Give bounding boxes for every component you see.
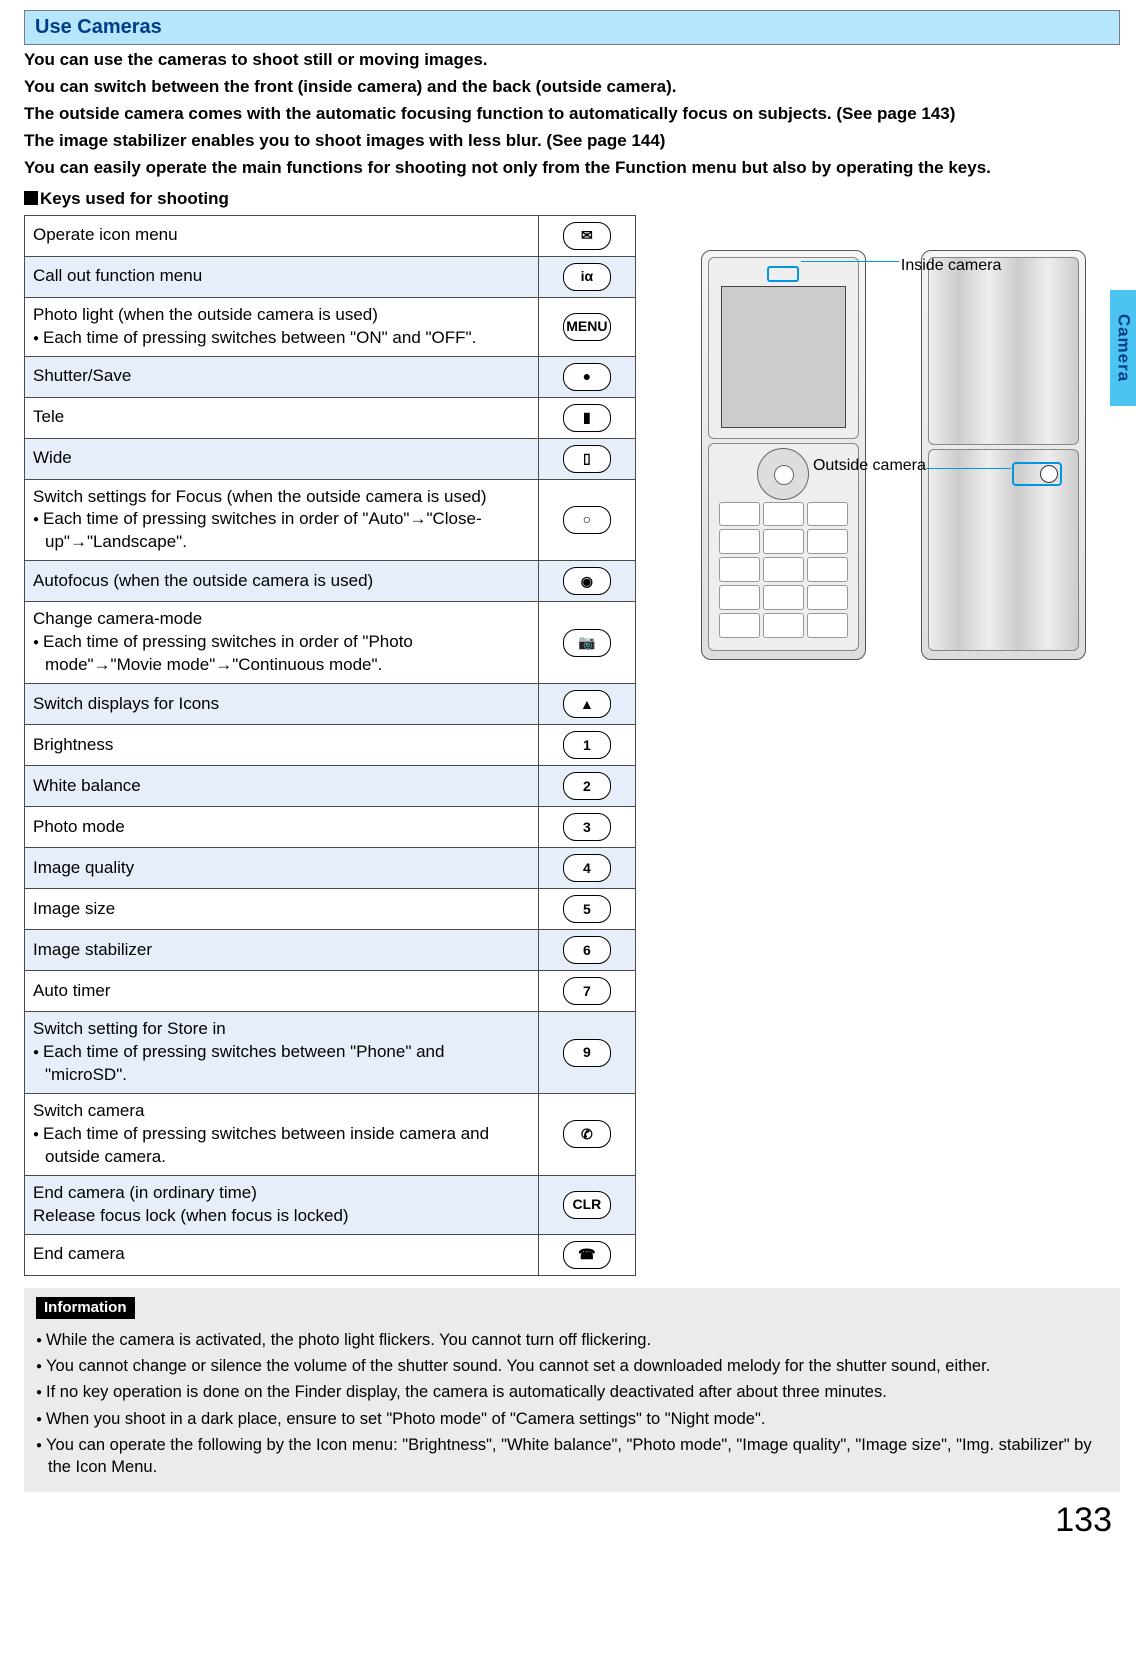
intro-line: The outside camera comes with the automa…: [24, 103, 1120, 126]
side-tab: Camera: [1110, 290, 1136, 406]
key-cell: ●: [538, 356, 635, 397]
intro-line: You can use the cameras to shoot still o…: [24, 49, 1120, 72]
key-button-icon: 1: [563, 731, 611, 759]
key-button-icon: MENU: [563, 313, 611, 341]
key-cell: 6: [538, 930, 635, 971]
intro-line: You can switch between the front (inside…: [24, 76, 1120, 99]
inside-camera-marker: [767, 266, 799, 282]
key-button-icon: ✉: [563, 222, 611, 250]
info-item: You cannot change or silence the volume …: [36, 1355, 1108, 1377]
key-button-icon: CLR: [563, 1191, 611, 1219]
key-button-icon: ○: [563, 506, 611, 534]
key-cell: ✆: [538, 1093, 635, 1175]
side-tab-label: Camera: [1112, 314, 1135, 382]
section-title: Use Cameras: [24, 10, 1120, 45]
key-description: Operate icon menu: [25, 215, 539, 256]
key-description: White balance: [25, 766, 539, 807]
phone-illustration: Inside camera Outside camera: [676, 245, 1120, 715]
key-description: End camera (in ordinary time)Release foc…: [25, 1175, 539, 1234]
key-button-icon: 7: [563, 977, 611, 1005]
key-description: Switch setting for Store inEach time of …: [25, 1012, 539, 1094]
key-description: Brightness: [25, 725, 539, 766]
key-button-icon: 2: [563, 772, 611, 800]
key-description: Image stabilizer: [25, 930, 539, 971]
key-description: Call out function menu: [25, 256, 539, 297]
key-cell: 5: [538, 889, 635, 930]
key-cell: ○: [538, 479, 635, 561]
key-button-icon: 5: [563, 895, 611, 923]
page-number: 133: [24, 1498, 1120, 1544]
key-button-icon: ▯: [563, 445, 611, 473]
key-button-icon: ✆: [563, 1120, 611, 1148]
inside-camera-label: Inside camera: [901, 255, 1002, 277]
key-description: Image size: [25, 889, 539, 930]
intro-line: You can easily operate the main function…: [24, 157, 1120, 180]
phone-back: [921, 250, 1086, 660]
keys-heading: Keys used for shooting: [24, 188, 1120, 211]
information-box: Information While the camera is activate…: [24, 1288, 1120, 1493]
key-button-icon: ▲: [563, 690, 611, 718]
key-description: Switch displays for Icons: [25, 684, 539, 725]
key-description: Tele: [25, 397, 539, 438]
key-description: Photo light (when the outside camera is …: [25, 297, 539, 356]
keys-table: Operate icon menu ✉ Call out function menu…: [24, 215, 636, 1276]
key-cell: ▲: [538, 684, 635, 725]
intro-block: You can use the cameras to shoot still o…: [24, 49, 1120, 180]
key-description: Switch settings for Focus (when the outs…: [25, 479, 539, 561]
key-cell: 7: [538, 971, 635, 1012]
key-button-icon: 6: [563, 936, 611, 964]
key-description: Wide: [25, 438, 539, 479]
key-description: Photo mode: [25, 807, 539, 848]
keys-heading-text: Keys used for shooting: [40, 189, 229, 208]
key-cell: CLR: [538, 1175, 635, 1234]
key-cell: 9: [538, 1012, 635, 1094]
info-item: If no key operation is done on the Finde…: [36, 1381, 1108, 1403]
key-cell: ▮: [538, 397, 635, 438]
key-button-icon: ▮: [563, 404, 611, 432]
key-button-icon: 9: [563, 1039, 611, 1067]
key-description: Image quality: [25, 848, 539, 889]
outside-camera-marker: [1012, 462, 1062, 486]
key-button-icon: 📷: [563, 629, 611, 657]
outside-camera-label: Outside camera: [796, 455, 926, 477]
key-description: Shutter/Save: [25, 356, 539, 397]
key-cell: ✉: [538, 215, 635, 256]
key-cell: 1: [538, 725, 635, 766]
key-description: Switch cameraEach time of pressing switc…: [25, 1093, 539, 1175]
info-item: While the camera is activated, the photo…: [36, 1329, 1108, 1351]
key-button-icon: ●: [563, 363, 611, 391]
information-title: Information: [36, 1297, 135, 1319]
key-cell: ◉: [538, 561, 635, 602]
key-cell: 2: [538, 766, 635, 807]
key-description: Autofocus (when the outside camera is us…: [25, 561, 539, 602]
intro-line: The image stabilizer enables you to shoo…: [24, 130, 1120, 153]
square-bullet-icon: [24, 191, 38, 205]
key-cell: iα: [538, 256, 635, 297]
key-button-icon: iα: [563, 263, 611, 291]
key-cell: 4: [538, 848, 635, 889]
key-cell: 📷: [538, 602, 635, 684]
key-cell: 3: [538, 807, 635, 848]
key-button-icon: 3: [563, 813, 611, 841]
key-button-icon: ◉: [563, 567, 611, 595]
key-button-icon: ☎: [563, 1241, 611, 1269]
info-item: When you shoot in a dark place, ensure t…: [36, 1408, 1108, 1430]
key-cell: ☎: [538, 1234, 635, 1275]
key-description: End camera: [25, 1234, 539, 1275]
key-description: Auto timer: [25, 971, 539, 1012]
key-description: Change camera-modeEach time of pressing …: [25, 602, 539, 684]
info-item: You can operate the following by the Ico…: [36, 1434, 1108, 1479]
key-cell: MENU: [538, 297, 635, 356]
key-cell: ▯: [538, 438, 635, 479]
key-button-icon: 4: [563, 854, 611, 882]
